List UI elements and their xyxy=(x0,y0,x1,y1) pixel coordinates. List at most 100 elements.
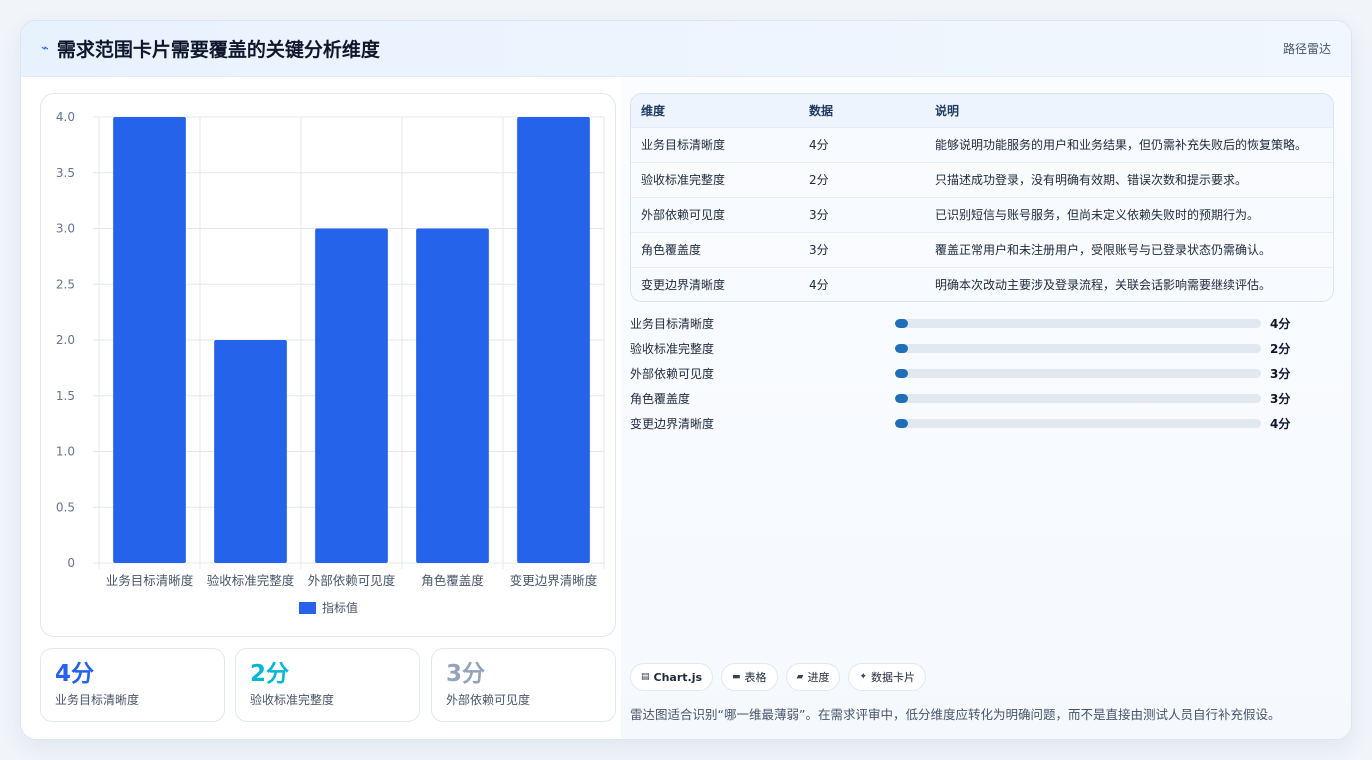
tag-data-card[interactable]: ✦ 数据卡片 xyxy=(848,663,927,691)
table-cell: 验收标准完整度 xyxy=(641,173,726,187)
progress-value: 4分 xyxy=(1270,417,1291,431)
table-row: 外部依赖可见度 3分 已识别短信与账号服务，但尚未定义依赖失败时的预期行为。 xyxy=(631,197,1333,232)
progress-label: 变更边界清晰度 xyxy=(630,417,715,431)
table-header-row: 维度 数据 说明 xyxy=(631,94,1333,127)
column-header: 数据 xyxy=(809,103,834,118)
bar xyxy=(113,117,186,563)
progress-value: 2分 xyxy=(1270,342,1291,356)
tag-label: 数据卡片 xyxy=(871,671,916,684)
progress-row: 变更边界清晰度 4分 xyxy=(630,411,1334,436)
table-cell: 2分 xyxy=(809,173,829,187)
progress-track xyxy=(895,394,1261,403)
kpi-card-1: 4分 业务目标清晰度 xyxy=(40,648,225,722)
tag-label: 表格 xyxy=(744,671,767,684)
table-cell: 只描述成功登录，没有明确有效期、错误次数和提示要求。 xyxy=(935,173,1248,187)
progress-fill xyxy=(895,369,908,378)
progress-label: 验收标准完整度 xyxy=(630,342,715,356)
progress-label: 角色覆盖度 xyxy=(630,392,691,406)
progress-row: 外部依赖可见度 3分 xyxy=(630,361,1334,386)
progress-track xyxy=(895,419,1261,428)
bar xyxy=(315,228,388,563)
y-tick-label: 3.0 xyxy=(56,222,75,236)
progress-value: 3分 xyxy=(1270,392,1291,406)
bar-chart: 0 0.5 1.0 1.5 2.0 2.5 3.0 3.5 4.0 业务目标清晰度 验收标准完整度外… xyxy=(56,110,605,615)
progress-value: 3分 xyxy=(1270,367,1291,381)
bar-chart-panel: 0 0.5 1.0 1.5 2.0 2.5 3.0 3.5 4.0 业务目标清晰度 验收标准完整度外… xyxy=(40,93,616,637)
kpi-value: 2分 xyxy=(250,661,290,687)
table-row: 业务目标清晰度 4分 能够说明功能服务的用户和业务结果，但仍需补充失败后的恢复策… xyxy=(631,127,1333,162)
bar xyxy=(416,228,489,563)
progress-row: 业务目标清晰度 4分 xyxy=(630,311,1334,336)
tag-label: 进度 xyxy=(807,671,830,684)
table-cell: 4分 xyxy=(809,278,829,293)
chart-icon: ▤ xyxy=(641,672,650,682)
x-tick-label: 业务目标清晰度 xyxy=(106,573,194,588)
y-tick-label: 1.0 xyxy=(56,445,75,459)
bar xyxy=(517,117,590,563)
progress-list: 业务目标清晰度 4分 验收标准完整度 2分 外部依赖可见度 3分 角色覆盖度 3… xyxy=(630,311,1334,436)
y-tick-label: 1.5 xyxy=(56,389,75,403)
kpi-card-3: 3分 外部依赖可见度 xyxy=(431,648,616,722)
footnote: 雷达图适合识别“哪一维最薄弱”。在需求评审中，低分维度应转化为明确问题，而不是直… xyxy=(630,707,1281,722)
x-tick-label: 验收标准完整度 xyxy=(207,573,295,588)
tag-list: ▤ Chart.js ▬ 表格 ▰ 进度 ✦ 数据卡片 xyxy=(630,663,927,691)
y-tick-label: 2.0 xyxy=(56,333,75,347)
table-row: 变更边界清晰度 4分 明确本次改动主要涉及登录流程，关联会话影响需要继续评估。 xyxy=(631,267,1333,301)
tag-progress[interactable]: ▰ 进度 xyxy=(785,663,841,691)
table-icon: ▬ xyxy=(732,672,741,682)
table-cell: 已识别短信与账号服务，但尚未定义依赖失败时的预期行为。 xyxy=(935,208,1260,222)
progress-label: 外部依赖可见度 xyxy=(630,367,715,381)
y-tick-label: 0 xyxy=(67,556,75,570)
sparkle-icon: ✦ xyxy=(859,672,868,682)
progress-fill xyxy=(895,394,908,403)
y-tick-label: 0.5 xyxy=(56,500,75,514)
route-link[interactable]: 路径雷达 xyxy=(1283,40,1331,57)
table-cell: 角色覆盖度 xyxy=(641,243,702,257)
progress-icon: ▰ xyxy=(796,672,804,682)
progress-track xyxy=(895,319,1261,328)
column-header: 说明 xyxy=(935,103,960,118)
table-cell: 外部依赖可见度 xyxy=(641,208,726,222)
kpi-value: 3分 xyxy=(446,661,486,687)
dimension-table: 维度 数据 说明 业务目标清晰度 4分 能够说明功能服务的用户和业务结果，但仍需… xyxy=(630,93,1334,302)
tag-chartjs[interactable]: ▤ Chart.js xyxy=(630,663,714,691)
progress-label: 业务目标清晰度 xyxy=(630,317,715,331)
progress-row: 验收标准完整度 2分 xyxy=(630,336,1334,361)
kpi-label: 业务目标清晰度 xyxy=(55,693,140,707)
table-cell: 3分 xyxy=(809,243,829,257)
legend-swatch xyxy=(299,602,316,614)
legend-label: 指标值 xyxy=(322,600,358,615)
kpi-label: 验收标准完整度 xyxy=(250,693,335,707)
y-tick-label: 3.5 xyxy=(56,166,75,180)
progress-row: 角色覆盖度 3分 xyxy=(630,386,1334,411)
progress-fill xyxy=(895,419,908,428)
kpi-card-2: 2分 验收标准完整度 xyxy=(235,648,420,722)
progress-track xyxy=(895,369,1261,378)
table-row: 角色覆盖度 3分 覆盖正常用户和未注册用户，受限账号与已登录状态仍需确认。 xyxy=(631,232,1333,267)
header: ⌁ 需求范围卡片需要覆盖的关键分析维度 路径雷达 xyxy=(21,21,1351,77)
progress-fill xyxy=(895,319,908,328)
x-tick-label: 外部依赖可见度 xyxy=(308,573,396,588)
progress-fill xyxy=(895,344,908,353)
main-card: ⌁ 需求范围卡片需要覆盖的关键分析维度 路径雷达 0 0.5 1.0 1.5 2.0 2.… xyxy=(20,20,1352,740)
table-cell: 3分 xyxy=(809,208,829,222)
progress-value: 4分 xyxy=(1270,317,1291,331)
tag-label: Chart.js xyxy=(653,670,703,684)
table-cell: 明确本次改动主要涉及登录流程，关联会话影响需要继续评估。 xyxy=(935,278,1272,293)
table-cell: 变更边界清晰度 xyxy=(641,278,726,293)
kpi-value: 4分 xyxy=(55,661,95,687)
bolt-icon: ⌁ xyxy=(41,41,49,56)
page-title: 需求范围卡片需要覆盖的关键分析维度 xyxy=(56,39,380,61)
y-tick-label: 2.5 xyxy=(56,277,75,291)
progress-track xyxy=(895,344,1261,353)
table-cell: 覆盖正常用户和未注册用户，受限账号与已登录状态仍需确认。 xyxy=(935,243,1272,257)
x-tick-label: 变更边界清晰度 xyxy=(510,573,598,588)
x-tick-label: 角色覆盖度 xyxy=(421,573,484,588)
table-cell: 业务目标清晰度 xyxy=(641,138,726,152)
y-tick-label: 4.0 xyxy=(56,110,75,124)
bar xyxy=(214,340,287,563)
kpi-label: 外部依赖可见度 xyxy=(446,693,531,707)
tag-table[interactable]: ▬ 表格 xyxy=(721,663,778,691)
table-cell: 4分 xyxy=(809,138,829,152)
table-row: 验收标准完整度 2分 只描述成功登录，没有明确有效期、错误次数和提示要求。 xyxy=(631,162,1333,197)
